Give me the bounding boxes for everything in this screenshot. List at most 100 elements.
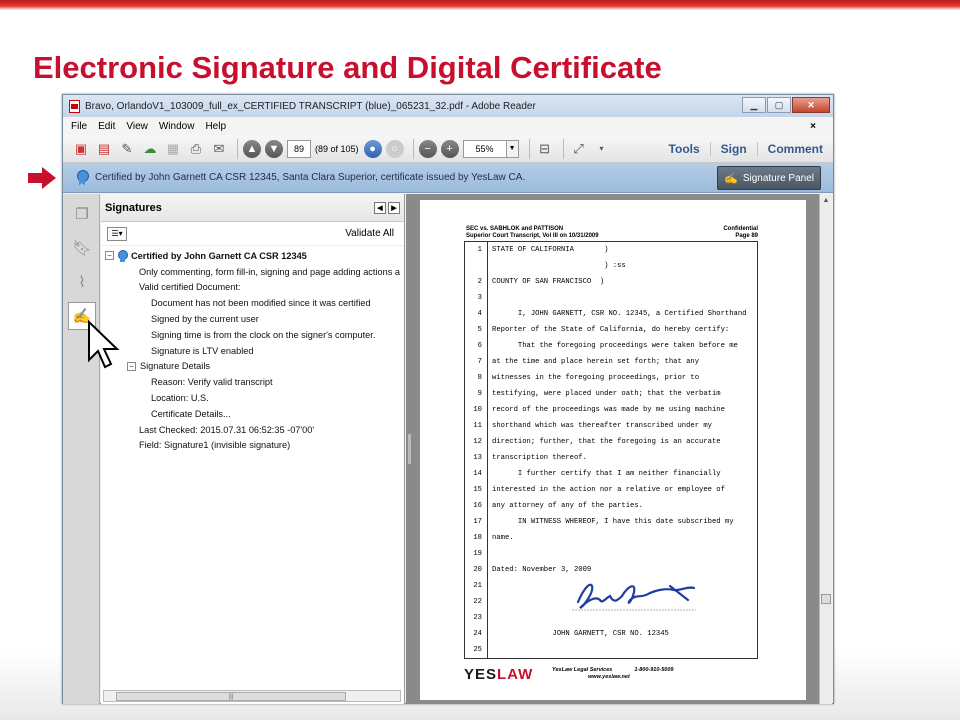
scrollbar-thumb[interactable] xyxy=(821,594,831,604)
sign-tab[interactable]: Sign xyxy=(709,142,757,156)
validate-all-button[interactable]: Validate All xyxy=(345,228,394,239)
toolbar-separator xyxy=(562,138,564,159)
signature-tree-item[interactable]: Only commenting, form fill-in, signing a… xyxy=(101,264,404,280)
certified-ribbon-icon xyxy=(77,169,89,186)
menu-view[interactable]: View xyxy=(126,121,148,132)
signature-tree-item[interactable]: − Certified by John Garnett CA CSR 12345 xyxy=(101,248,404,264)
document-close-icon[interactable]: × xyxy=(810,121,816,132)
transcript-line: 4 I, JOHN GARNETT, CSR NO. 12345, a Cert… xyxy=(465,306,747,322)
menu-edit[interactable]: Edit xyxy=(98,121,115,132)
signature-tree-item[interactable]: Signing time is from the clock on the si… xyxy=(101,327,404,343)
email-icon[interactable]: ✉ xyxy=(209,139,229,159)
hand-tool-icon[interactable]: ○ xyxy=(385,139,404,158)
pane-splitter[interactable] xyxy=(408,434,411,464)
collapse-toggle-icon[interactable]: − xyxy=(127,361,136,371)
transcript-line: 14 I further certify that I am neither f… xyxy=(465,466,720,482)
case-header-subtitle: Superior Court Transcript, Vol III on 10… xyxy=(466,232,599,239)
page-thumbnails-icon[interactable]: ❐ xyxy=(68,200,96,228)
collapse-toggle-icon[interactable]: − xyxy=(105,251,114,261)
transcript-line: 16 any attorney of any of the parties. xyxy=(465,498,643,514)
signatures-panel-header: Signatures ◀ ▶ xyxy=(101,194,404,222)
window-controls: ▁ ▢ ✕ xyxy=(742,97,830,113)
line-text: Reporter of the State of California, do … xyxy=(492,326,730,334)
options-menu-icon[interactable]: ☰▾ xyxy=(107,226,127,241)
maximize-button[interactable]: ▢ xyxy=(767,97,791,113)
collapse-panel-icon[interactable]: ◀ xyxy=(374,201,386,214)
transcript-line: 3 xyxy=(465,290,492,306)
signature-tree-label: Last Checked: 2015.07.31 06:52:35 -07'00… xyxy=(139,424,315,435)
transcript-line: 13 transcription thereof. xyxy=(465,450,587,466)
line-number: 3 xyxy=(477,294,482,302)
footer-company: YesLaw Legal Services xyxy=(552,667,613,673)
signature-tree-item[interactable]: Location: U.S. xyxy=(101,390,404,406)
vertical-scrollbar[interactable]: ▲ xyxy=(819,194,832,704)
full-screen-icon[interactable]: ⤢ xyxy=(569,139,589,159)
line-number: 18 xyxy=(473,534,482,542)
transcript-line: 5 Reporter of the State of California, do… xyxy=(465,322,730,338)
print-icon[interactable]: ⎙ xyxy=(186,139,206,159)
page-number-input[interactable]: 89 xyxy=(287,139,311,158)
slide-top-bar xyxy=(0,0,960,10)
horizontal-scrollbar[interactable]: ||| xyxy=(103,690,401,702)
create-pdf-icon[interactable]: ▣ xyxy=(71,139,91,159)
toolbar: ▣ ▤ ✎ ☁ ▦ ⎙ ✉ ▲ ▼ 89 (89 of 105) ● ○ − +… xyxy=(63,135,833,163)
zoom-out-icon[interactable]: − xyxy=(418,139,437,158)
transcript-line: 9 testifying, were placed under oath; tha… xyxy=(465,386,721,402)
signature-tree-item[interactable]: Reason: Verify valid transcript xyxy=(101,374,404,390)
upload-cloud-icon[interactable]: ☁ xyxy=(140,139,160,159)
more-tools-chevron-icon[interactable]: ▾ xyxy=(592,139,612,159)
edit-form-icon[interactable]: ✎ xyxy=(117,139,137,159)
signature-tree-item[interactable]: Signed by the current user xyxy=(101,311,404,327)
window-titlebar: Bravo, OrlandoV1_103009_full_ex_CERTIFIE… xyxy=(63,95,833,117)
zoom-in-icon[interactable]: + xyxy=(440,139,459,158)
line-text: JOHN GARNETT, CSR NO. 12345 xyxy=(492,630,669,638)
save-icon[interactable]: ▦ xyxy=(163,139,183,159)
zoom-dropdown-icon[interactable]: ▼ xyxy=(506,139,519,158)
signatures-panel-title: Signatures xyxy=(105,201,162,214)
line-text: any attorney of any of the parties. xyxy=(492,502,643,510)
menu-window[interactable]: Window xyxy=(159,121,195,132)
signature-tree-label: Valid certified Document: xyxy=(139,282,241,293)
tools-tab[interactable]: Tools xyxy=(659,142,710,156)
zoom-level-input[interactable]: 55% xyxy=(462,139,507,158)
bookmarks-icon[interactable]: 🔖︎ xyxy=(68,234,96,262)
scrollbar-thumb[interactable]: ||| xyxy=(116,691,346,701)
signature-tree-item[interactable]: Valid certified Document: xyxy=(101,280,404,296)
minimize-button[interactable]: ▁ xyxy=(742,97,766,113)
signature-tree-item[interactable]: Certificate Details... xyxy=(101,406,404,422)
menu-help[interactable]: Help xyxy=(205,121,226,132)
line-number: 11 xyxy=(473,422,482,430)
line-number: 24 xyxy=(473,630,482,638)
transcript-line: 11 shorthand which was thereafter transcr… xyxy=(465,418,712,434)
logo-yes: YES xyxy=(464,666,498,683)
fit-page-icon[interactable]: ⊟ xyxy=(535,139,555,159)
signature-tree-item[interactable]: − Signature Details xyxy=(101,359,404,375)
signature-pen-icon: ✍ xyxy=(724,172,738,185)
signature-tree-item[interactable]: Document has not been modified since it … xyxy=(101,295,404,311)
pdf-file-icon xyxy=(69,99,80,113)
combine-files-icon[interactable]: ▤ xyxy=(94,139,114,159)
signature-tree-item[interactable]: Field: Signature1 (invisible signature) xyxy=(101,438,404,454)
signature-tree-label: Only commenting, form fill-in, signing a… xyxy=(139,266,400,277)
line-text: shorthand which was thereafter transcrib… xyxy=(492,422,712,430)
previous-page-icon[interactable]: ▲ xyxy=(243,139,261,158)
select-tool-icon[interactable]: ● xyxy=(363,139,382,158)
signature-tree-item[interactable]: Last Checked: 2015.07.31 06:52:35 -07'00… xyxy=(101,422,404,438)
scroll-up-icon[interactable]: ▲ xyxy=(820,194,832,206)
line-number: 8 xyxy=(477,374,482,382)
attachments-paperclip-icon[interactable]: ⌇ xyxy=(68,268,96,296)
adobe-reader-window: Bravo, OrlandoV1_103009_full_ex_CERTIFIE… xyxy=(62,94,834,704)
comment-tab[interactable]: Comment xyxy=(756,142,833,156)
signatures-panel: Signatures ◀ ▶ ☰▾ Validate All − Certifie… xyxy=(101,194,405,704)
certification-message: Certified by John Garnett CA CSR 12345, … xyxy=(95,172,526,183)
close-button[interactable]: ✕ xyxy=(792,97,830,113)
signature-tree-item[interactable]: Signature is LTV enabled xyxy=(101,343,404,359)
signature-tree-label: Signature Details xyxy=(140,361,210,372)
next-page-icon[interactable]: ▼ xyxy=(265,139,283,158)
expand-panel-icon[interactable]: ▶ xyxy=(388,201,400,214)
transcript-line: 23 xyxy=(465,610,492,626)
line-text: at the time and place herein set forth; … xyxy=(492,358,700,366)
transcript-line: 24 JOHN GARNETT, CSR NO. 12345 xyxy=(465,626,669,642)
signature-panel-button[interactable]: ✍ Signature Panel xyxy=(717,166,821,190)
menu-file[interactable]: File xyxy=(71,121,87,132)
